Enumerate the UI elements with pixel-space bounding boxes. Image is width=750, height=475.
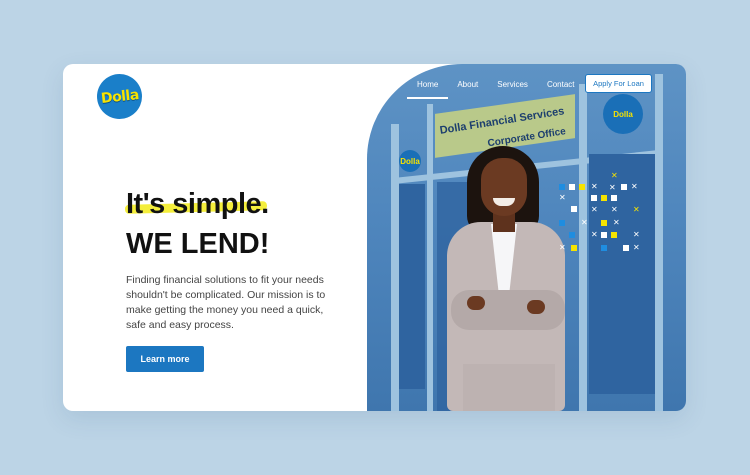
pattern-cross-icon: ✕ <box>591 230 598 239</box>
nav-item-contact[interactable]: Contact <box>547 80 575 92</box>
pattern-cross-icon: ✕ <box>559 193 566 202</box>
nav-item-about[interactable]: About <box>457 80 478 92</box>
apply-for-loan-button[interactable]: Apply For Loan <box>585 74 652 93</box>
pattern-cross-icon: ✕ <box>559 243 566 252</box>
pattern-square <box>569 184 575 190</box>
pattern-square <box>611 195 617 201</box>
pattern-cross-icon: ✕ <box>611 171 618 180</box>
pattern-square <box>621 184 627 190</box>
pattern-cross-icon: ✕ <box>633 230 640 239</box>
nav-item-services[interactable]: Services <box>497 80 528 92</box>
pattern-square <box>601 195 607 201</box>
pattern-square <box>611 232 617 238</box>
window-pane <box>399 184 425 389</box>
pattern-cross-icon: ✕ <box>633 205 640 214</box>
pattern-square <box>559 184 565 190</box>
landing-card: Dolla It's simple. WE LEND! Finding fina… <box>63 64 686 411</box>
person-face <box>481 158 527 216</box>
person-pants <box>463 364 555 411</box>
person-arms <box>451 290 565 330</box>
pattern-square <box>601 245 607 251</box>
pattern-cross-icon: ✕ <box>633 243 640 252</box>
pattern-square <box>569 232 575 238</box>
hero-headline-1: It's simple. <box>126 188 269 220</box>
sign-badge-right: Dolla <box>603 94 643 134</box>
nav-item-home[interactable]: Home <box>406 80 449 99</box>
person-hand <box>527 300 545 314</box>
main-nav: Home About Services Contact <box>406 76 594 99</box>
sign-badge-left: Dolla <box>399 150 421 172</box>
pattern-square <box>601 232 607 238</box>
person-hand <box>467 296 485 310</box>
sign-badge-text: Dolla <box>613 109 633 119</box>
pattern-square <box>571 206 577 212</box>
logo-text: Dolla <box>99 86 140 107</box>
decorative-pattern: ✕ ✕ ✕ ✕ ✕ ✕ ✕ ✕ ✕ ✕ ✕ ✕ ✕ ✕ <box>559 170 659 270</box>
pattern-cross-icon: ✕ <box>591 182 598 191</box>
pattern-cross-icon: ✕ <box>611 205 618 214</box>
pattern-square <box>591 195 597 201</box>
hero-photo: Dolla Financial Services Corporate Offic… <box>367 64 686 411</box>
pattern-cross-icon: ✕ <box>631 182 638 191</box>
pattern-square <box>579 184 585 190</box>
hero-description: Finding financial solutions to fit your … <box>126 274 326 331</box>
pattern-cross-icon: ✕ <box>613 218 620 227</box>
window-frame <box>427 104 433 411</box>
learn-more-button[interactable]: Learn more <box>126 346 204 372</box>
window-frame <box>391 124 399 411</box>
pattern-cross-icon: ✕ <box>591 205 598 214</box>
brand-logo[interactable]: Dolla <box>97 74 142 119</box>
pattern-square <box>571 245 577 251</box>
sign-badge-text: Dolla <box>400 156 420 166</box>
pattern-square <box>601 220 607 226</box>
pattern-square <box>623 245 629 251</box>
pattern-cross-icon: ✕ <box>609 183 616 192</box>
pattern-cross-icon: ✕ <box>581 218 588 227</box>
pattern-square <box>559 220 565 226</box>
hero-headline-2: WE LEND! <box>126 228 270 260</box>
